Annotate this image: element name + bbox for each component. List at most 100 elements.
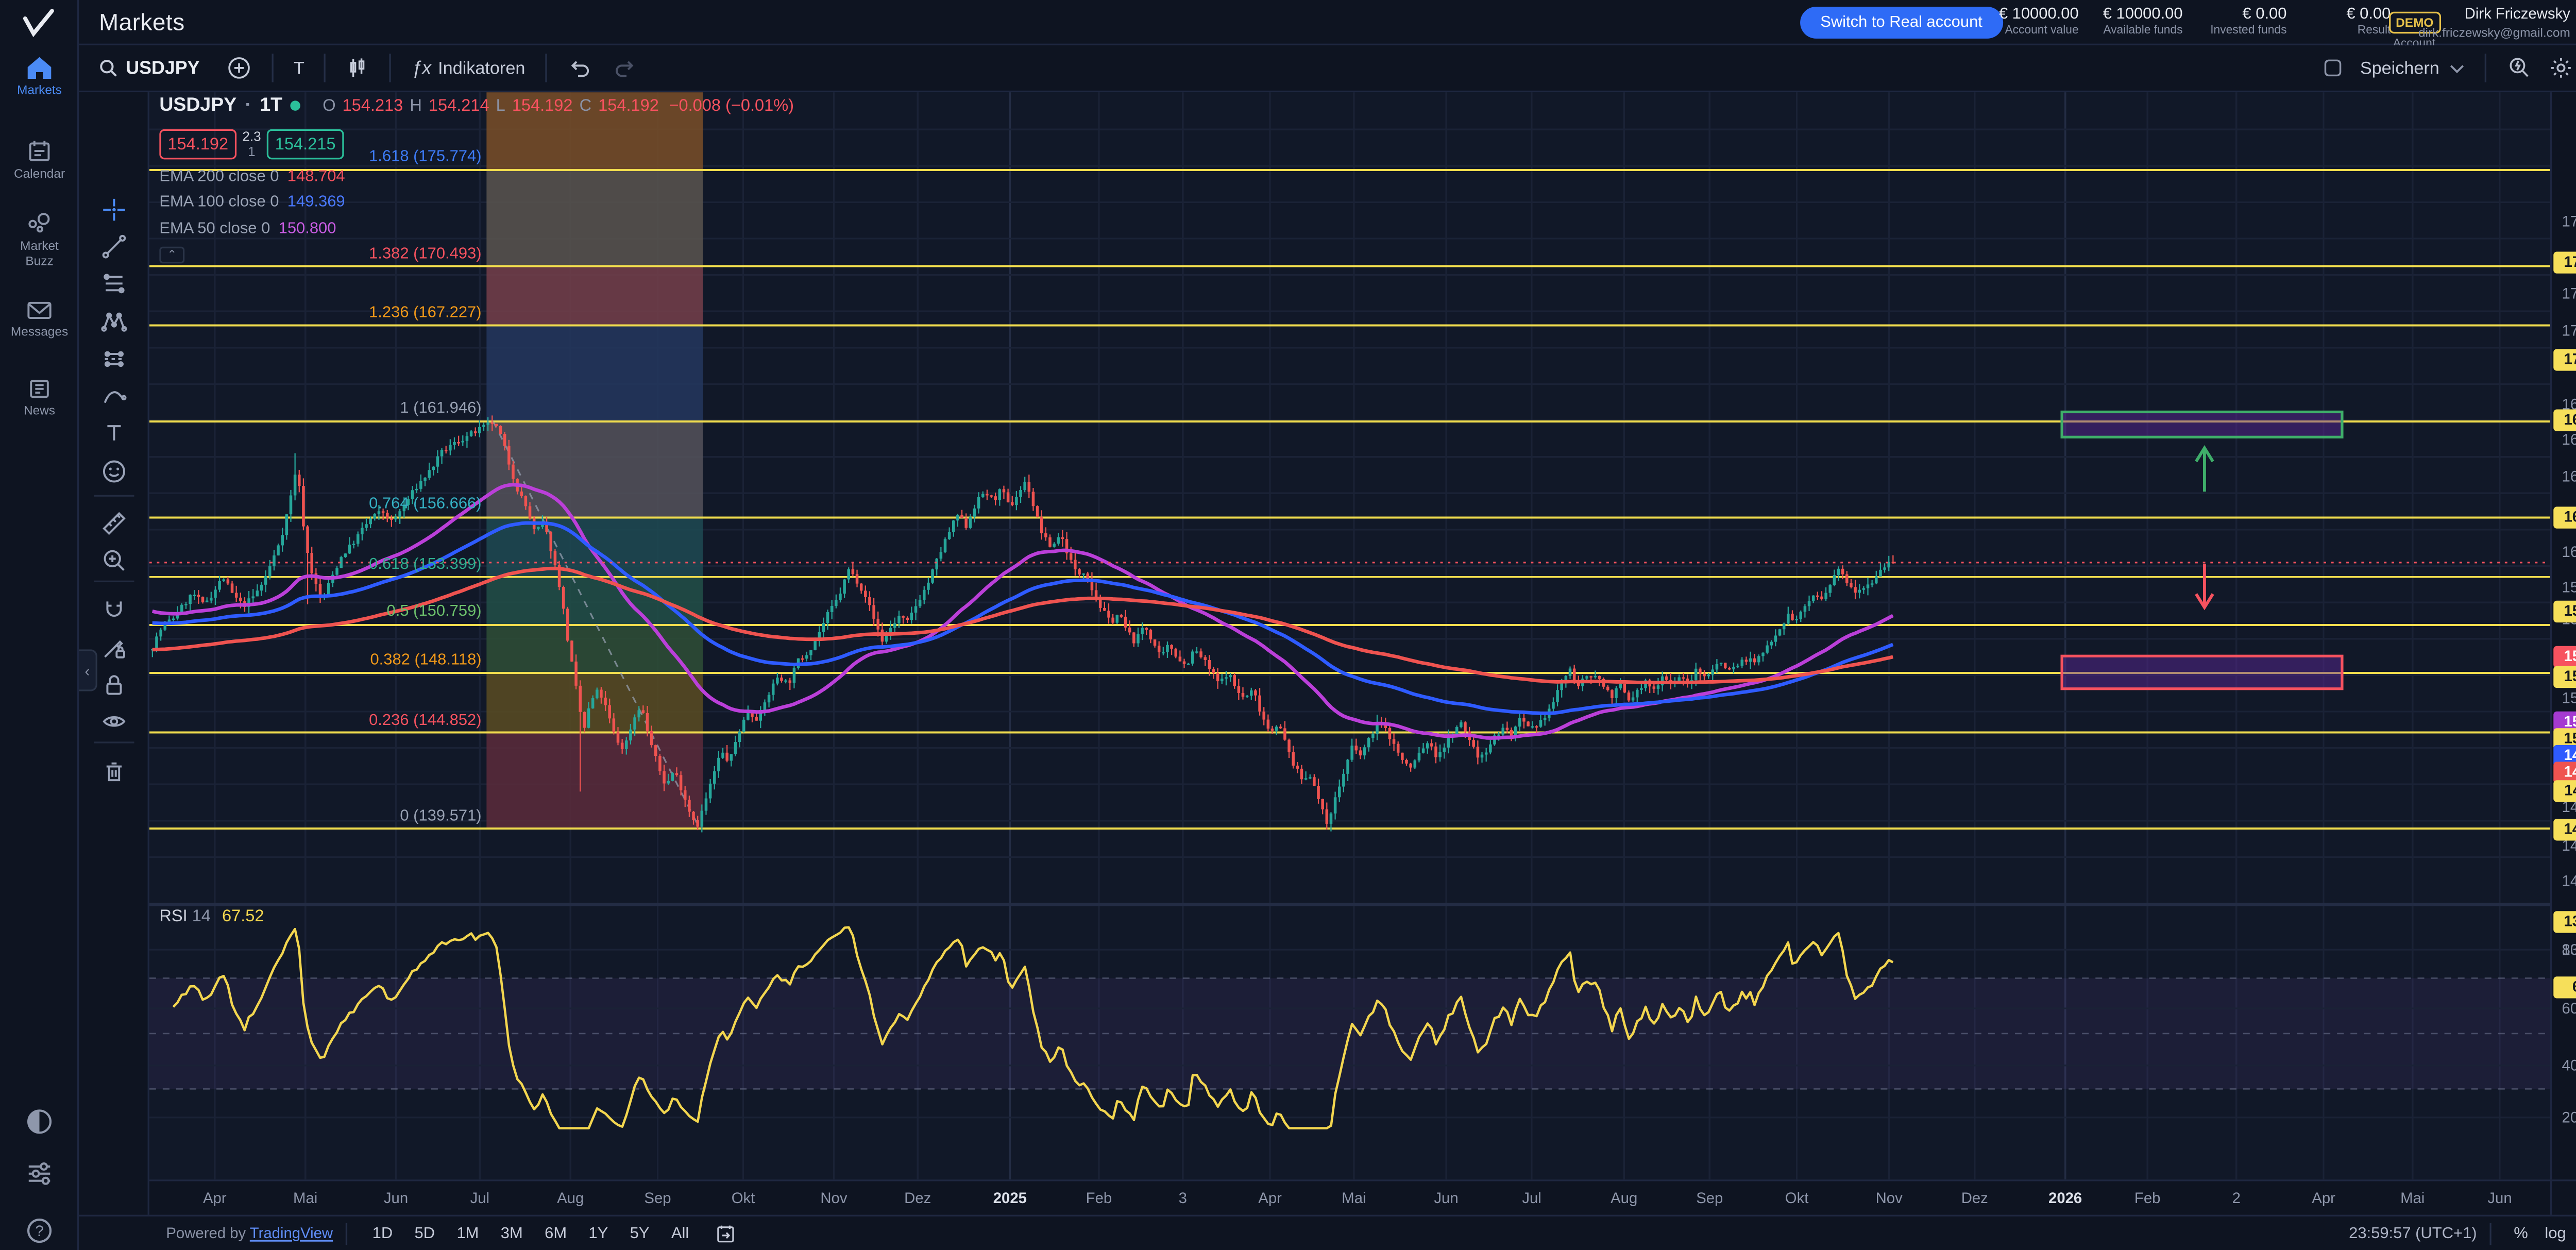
log-scale-button[interactable]: log bbox=[2545, 1224, 2566, 1243]
price-axis-tick: 152.000 bbox=[2562, 689, 2576, 706]
sidebar-item-messages[interactable]: Messages bbox=[0, 299, 79, 340]
price-axis-badge: 156.666 bbox=[2553, 600, 2576, 621]
time-axis-label: Jun bbox=[2487, 1190, 2512, 1207]
account-stat: € 0.00Invested funds bbox=[2193, 5, 2286, 37]
question-icon: ? bbox=[0, 1217, 79, 1245]
candlestick-series bbox=[151, 415, 1894, 832]
sidebar-item-label: Calendar bbox=[0, 168, 79, 182]
drawing-tool-long-position[interactable] bbox=[79, 342, 149, 376]
switch-to-real-account-button[interactable]: Switch to Real account bbox=[1800, 7, 2003, 39]
ema-legend-row[interactable]: EMA 100 close 0149.369 bbox=[159, 193, 794, 211]
toolbar-divider bbox=[325, 54, 326, 82]
sell-button[interactable]: 154.192 bbox=[159, 129, 236, 160]
range-button-1m[interactable]: 1M bbox=[450, 1221, 485, 1246]
help-button[interactable]: ? bbox=[0, 1217, 79, 1245]
time-axis-label: Sep bbox=[1696, 1190, 1723, 1207]
user-name: Dirk Friczewsky bbox=[2418, 5, 2570, 22]
drawing-tool-magnet[interactable] bbox=[79, 594, 149, 628]
range-button-1y[interactable]: 1Y bbox=[582, 1221, 615, 1246]
legend-collapse-button[interactable]: ⌃ bbox=[159, 246, 184, 263]
envelope-icon bbox=[0, 299, 79, 323]
settings-gear-icon[interactable] bbox=[2540, 50, 2576, 86]
drawing-tool-text-tool[interactable] bbox=[79, 416, 149, 450]
lock-all-icon bbox=[100, 671, 127, 698]
trading-app: Markets Calendar Market Buzz Messages Ne… bbox=[0, 0, 2576, 1250]
rsi-legend[interactable]: RSI 14 67.52 bbox=[159, 908, 264, 926]
range-button-5d[interactable]: 5D bbox=[408, 1221, 442, 1246]
quick-search-icon[interactable] bbox=[2498, 50, 2540, 86]
chart-type-button[interactable] bbox=[338, 50, 378, 86]
range-button-all[interactable]: All bbox=[665, 1221, 696, 1246]
tradingview-link[interactable]: TradingView bbox=[250, 1225, 333, 1242]
drawing-tool-brush[interactable] bbox=[79, 379, 149, 413]
app-logo[interactable] bbox=[20, 8, 57, 39]
drawing-tool-hide-all[interactable] bbox=[79, 705, 149, 738]
interval-button[interactable]: T bbox=[285, 53, 313, 83]
crosshair-icon bbox=[100, 196, 127, 223]
time-axis-label: 2 bbox=[2232, 1190, 2241, 1207]
rsi-period: 14 bbox=[192, 908, 211, 926]
drawing-tool-zoom-in[interactable] bbox=[79, 544, 149, 577]
price-axis[interactable]: 178.000174.000172.000168.000166.000164.0… bbox=[2550, 92, 2576, 1179]
theme-toggle[interactable] bbox=[0, 1107, 79, 1136]
fx-icon: ƒx bbox=[412, 58, 431, 78]
price-target-rect-green bbox=[2062, 412, 2342, 437]
redo-button[interactable] bbox=[604, 52, 646, 84]
drawing-tool-fib-retracement[interactable] bbox=[79, 267, 149, 300]
rsi-value-badge: 67.52 bbox=[2553, 976, 2576, 998]
time-axis-label: Aug bbox=[1611, 1190, 1637, 1207]
clock[interactable]: 23:59:57 (UTC+1) bbox=[2349, 1224, 2477, 1243]
price-axis-badge: 175.774 bbox=[2553, 251, 2576, 273]
indicators-button[interactable]: ƒx Indikatoren bbox=[403, 53, 534, 83]
spread-value: 2.3 bbox=[236, 129, 267, 144]
drawing-tool-trash[interactable] bbox=[79, 755, 149, 788]
compare-add-button[interactable] bbox=[218, 50, 260, 86]
range-button-6m[interactable]: 6M bbox=[538, 1221, 573, 1246]
drawing-tool-crosshair[interactable] bbox=[79, 193, 149, 226]
sidebar-item-calendar[interactable]: Calendar bbox=[0, 138, 79, 182]
svg-text:?: ? bbox=[35, 1223, 43, 1240]
drawing-tool-pattern-xabcd[interactable] bbox=[79, 306, 149, 339]
sidebar-item-news[interactable]: News bbox=[0, 376, 79, 418]
top-header: Markets Switch to Real account € 10000.0… bbox=[79, 0, 2576, 45]
chart-toolbar: USDJPY T ƒx Indikatoren Speichern bbox=[79, 45, 2576, 92]
rsi-axis-tick: 40.00 bbox=[2562, 1057, 2576, 1074]
footer-divider bbox=[346, 1222, 348, 1244]
legend-separator: · bbox=[245, 96, 252, 116]
undo-button[interactable] bbox=[558, 52, 600, 84]
range-button-1d[interactable]: 1D bbox=[366, 1221, 400, 1246]
legend-title-row[interactable]: USDJPY · 1T O154.213H154.214L154.192C154… bbox=[159, 96, 794, 116]
symbol-search-button[interactable]: USDJPY bbox=[89, 52, 208, 84]
time-axis-label: Jul bbox=[470, 1190, 489, 1207]
drawing-tool-trend-line[interactable] bbox=[79, 230, 149, 263]
buy-button[interactable]: 154.215 bbox=[267, 129, 344, 160]
indicator-legend-rows: EMA 200 close 0148.704 EMA 100 close 0149… bbox=[159, 167, 794, 238]
chart-legend: USDJPY · 1T O154.213H154.214L154.192C154… bbox=[159, 96, 794, 263]
price-axis-tick: 164.000 bbox=[2562, 468, 2576, 485]
sidebar-item-market-buzz[interactable]: Market Buzz bbox=[0, 211, 79, 268]
stat-value: € 10000.00 bbox=[2089, 5, 2182, 24]
price-axis-tick: 142.000 bbox=[2562, 872, 2576, 889]
ema-legend-row[interactable]: EMA 200 close 0148.704 bbox=[159, 167, 794, 185]
sidebar-item-markets[interactable]: Markets bbox=[0, 55, 79, 98]
range-button-5y[interactable]: 5Y bbox=[623, 1221, 656, 1246]
ohlc-value: 154.213 bbox=[343, 96, 403, 115]
drawing-tool-emoji[interactable] bbox=[79, 454, 149, 488]
sidebar-item-label: Messages bbox=[0, 326, 79, 340]
drawing-toolbar-collapse-handle[interactable]: ‹ bbox=[79, 649, 97, 691]
percent-scale-button[interactable]: % bbox=[2514, 1224, 2528, 1243]
rsi-pane bbox=[149, 927, 2550, 1128]
save-button[interactable]: Speichern bbox=[2352, 53, 2473, 83]
price-axis-tick: 166.000 bbox=[2562, 431, 2576, 448]
price-axis-badge: 161.946 bbox=[2553, 506, 2576, 528]
ema-value: 150.800 bbox=[279, 219, 336, 238]
rsi-value: 67.52 bbox=[222, 908, 264, 926]
time-axis[interactable]: AprMaiJunJulAugSepOktNovDez2025Feb3AprMa… bbox=[149, 1179, 2550, 1214]
display-settings-button[interactable] bbox=[0, 1159, 79, 1188]
ema-legend-row[interactable]: EMA 50 close 0150.800 bbox=[159, 219, 794, 238]
layout-select-button[interactable] bbox=[2313, 52, 2352, 84]
price-axis-badge: 154.192 bbox=[2553, 645, 2576, 667]
drawing-tool-measure-ruler[interactable] bbox=[79, 506, 149, 540]
range-button-3m[interactable]: 3M bbox=[494, 1221, 530, 1246]
go-to-date-button[interactable] bbox=[706, 1218, 745, 1249]
